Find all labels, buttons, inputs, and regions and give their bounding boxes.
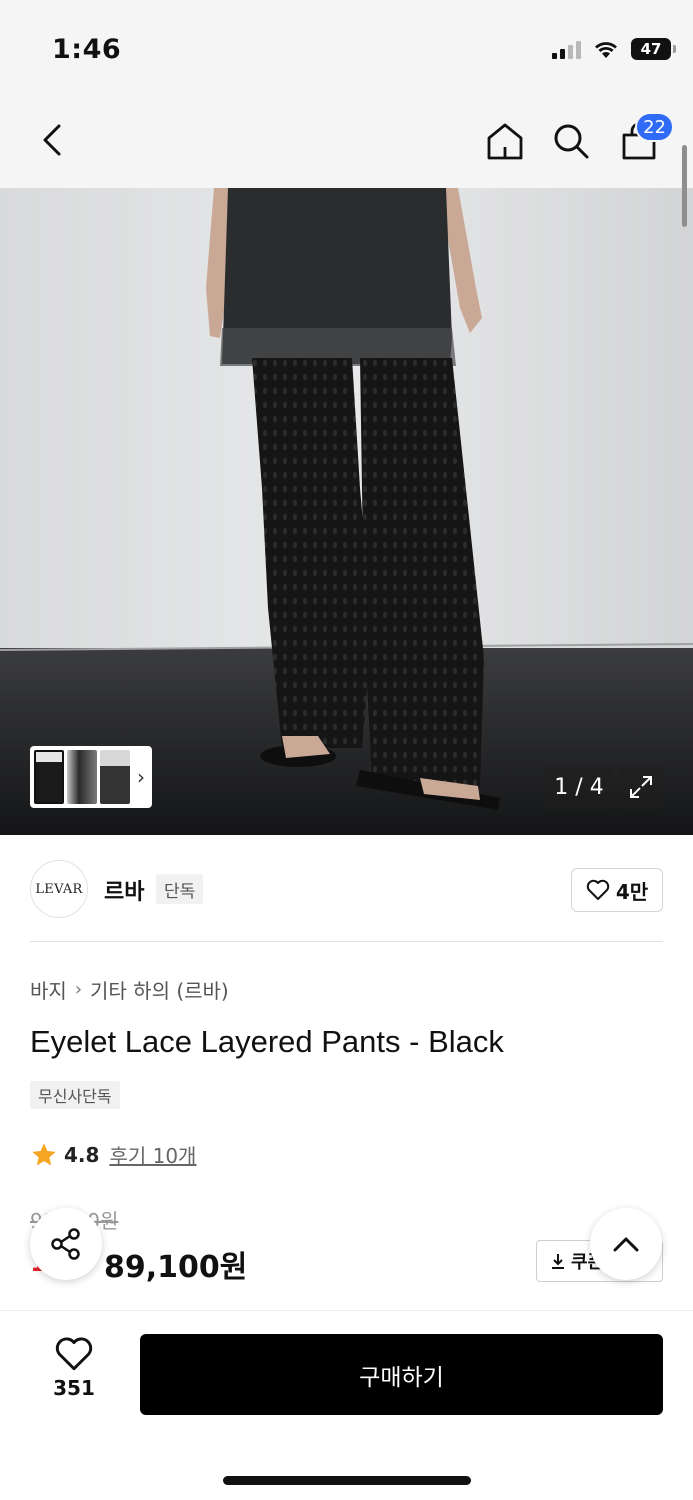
product-image[interactable]: › 1 / 4 [0, 188, 693, 835]
heart-icon [55, 1337, 93, 1371]
status-bar: 1:46 47 [0, 0, 693, 96]
bottom-bar-divider [0, 1310, 693, 1311]
expand-icon [629, 776, 652, 798]
wifi-icon [595, 42, 617, 58]
scroll-indicator [682, 145, 687, 227]
home-icon [487, 123, 523, 160]
breadcrumb: 바지 › 기타 하의 (르바) [30, 975, 229, 1004]
breadcrumb-category[interactable]: 바지 [30, 975, 67, 1004]
product-photo [0, 188, 693, 835]
rating-value: 4.8 [64, 1142, 100, 1167]
page-counter: 1 / 4 [544, 765, 614, 809]
brand-logo[interactable]: LEVAR [30, 860, 88, 918]
rating-row: 4.8 후기 10개 [30, 1140, 196, 1169]
brand-name[interactable]: 르바 [104, 874, 144, 906]
cart-count-badge: 22 [635, 112, 674, 142]
review-link[interactable]: 후기 10개 [109, 1140, 196, 1169]
status-icons: 47 [552, 38, 676, 60]
brand-like-button[interactable]: 4만 [571, 868, 663, 912]
thumbnail-2[interactable] [67, 750, 97, 804]
thumbnail-strip[interactable]: › [30, 746, 152, 808]
sale-price: 89,100원 [104, 1250, 248, 1285]
heart-icon [586, 879, 610, 900]
product-tag: 무신사단독 [30, 1081, 120, 1109]
chevron-right-icon: › [137, 765, 145, 789]
status-time: 1:46 [52, 34, 122, 65]
star-icon [32, 1142, 56, 1165]
breadcrumb-subcategory[interactable]: 기타 하의 (르바) [90, 975, 229, 1004]
search-button[interactable] [546, 116, 596, 166]
top-nav: 22 [0, 96, 693, 188]
chevron-right-icon: › [74, 979, 83, 1000]
thumbnail-3[interactable] [100, 750, 130, 804]
back-button[interactable] [28, 116, 76, 164]
search-icon [554, 124, 589, 159]
wish-count: 351 [53, 1376, 95, 1400]
product-title: Eyelet Lace Layered Pants - Black [30, 1024, 504, 1059]
signal-icon [552, 39, 581, 59]
home-indicator [223, 1476, 471, 1485]
thumbnail-1[interactable] [34, 750, 64, 804]
wish-button[interactable]: 351 [34, 1336, 114, 1410]
cart-button[interactable]: 22 [612, 112, 674, 166]
expand-button[interactable] [618, 765, 663, 809]
download-icon [552, 1254, 564, 1269]
home-button[interactable] [480, 116, 530, 166]
share-button[interactable] [30, 1208, 102, 1280]
battery-icon: 47 [631, 38, 676, 60]
buy-button[interactable]: 구매하기 [140, 1334, 663, 1415]
exclusive-tag: 단독 [156, 874, 204, 904]
brand-row: LEVAR 르바 단독 4만 [30, 860, 663, 918]
divider [30, 941, 663, 942]
brand-like-count: 4만 [615, 879, 649, 904]
scroll-top-button[interactable] [590, 1208, 662, 1280]
back-chevron-icon [43, 124, 61, 156]
share-icon [51, 1228, 80, 1260]
chevron-up-icon [613, 1237, 639, 1252]
